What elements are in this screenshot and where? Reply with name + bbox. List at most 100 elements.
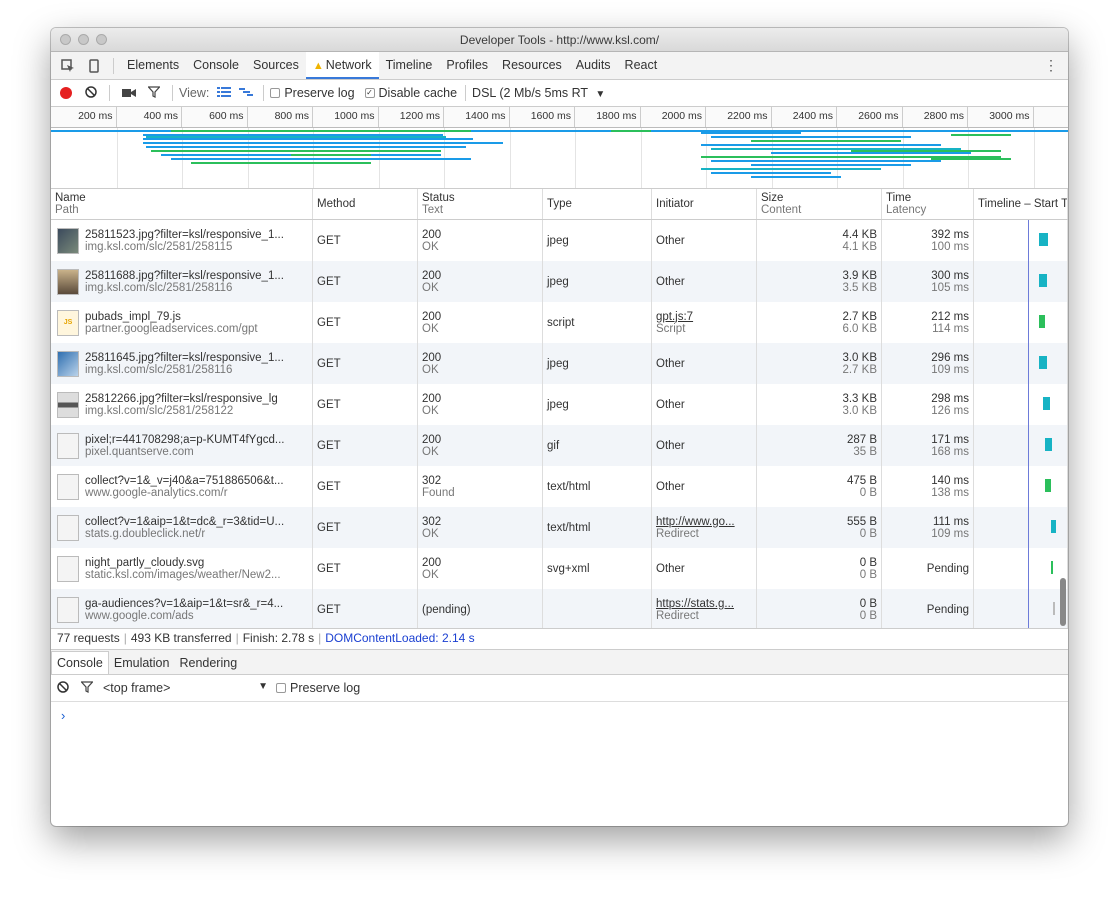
initiator-cell: Other (652, 261, 757, 302)
inspect-icon[interactable] (55, 53, 81, 79)
tab-elements[interactable]: Elements (120, 52, 186, 79)
name-text: 25811523.jpg?filter=ksl/responsive_1... i… (85, 229, 284, 253)
disable-cache-checkbox[interactable]: ✓ (364, 88, 375, 98)
drawer-tab-rendering[interactable]: Rendering (174, 652, 242, 674)
tab-react[interactable]: React (618, 52, 665, 79)
status-value: 200 (422, 351, 442, 364)
frame-select[interactable]: <top frame> ▼ (103, 681, 268, 695)
time-value: 296 ms (931, 351, 969, 364)
name-cell: 25811523.jpg?filter=ksl/responsive_1... i… (51, 220, 313, 261)
timeline-cell (974, 384, 1068, 425)
header-method[interactable]: Method (313, 189, 418, 219)
console-area[interactable]: › (51, 702, 1068, 826)
method-value: GET (317, 398, 341, 411)
table-row[interactable]: 25811688.jpg?filter=ksl/responsive_1... i… (51, 261, 1068, 302)
table-row[interactable]: 25811523.jpg?filter=ksl/responsive_1... i… (51, 220, 1068, 261)
status-cell: 200 OK (418, 302, 543, 343)
tab-resources[interactable]: Resources (495, 52, 569, 79)
method-value: GET (317, 480, 341, 493)
throttle-select[interactable]: DSL (2 Mb/s 5ms RT ▼ (472, 86, 605, 100)
status_text-value: OK (422, 404, 439, 417)
more-icon[interactable]: ⋮ (1044, 57, 1058, 74)
table-row[interactable]: 25811645.jpg?filter=ksl/responsive_1... i… (51, 343, 1068, 384)
separator (263, 85, 265, 101)
size-value: 3.3 KB (842, 392, 877, 405)
drawer-tab-emulation[interactable]: Emulation (109, 652, 175, 674)
latency-value: 168 ms (931, 445, 969, 458)
latency-value: 100 ms (931, 240, 969, 253)
status-cell: 200 OK (418, 343, 543, 384)
device-icon[interactable] (81, 53, 107, 79)
tab-audits[interactable]: Audits (569, 52, 618, 79)
size-cell: 3.0 KB 2.7 KB (757, 343, 882, 384)
overview-bar (851, 150, 1001, 152)
waterfall-bar (1039, 315, 1045, 328)
initiator-value[interactable]: https://stats.g... (656, 598, 752, 610)
tab-label: Resources (502, 58, 562, 72)
header-name[interactable]: Name Path (51, 189, 313, 219)
initiator-value[interactable]: http://www.go... (656, 516, 752, 528)
header-type[interactable]: Type (543, 189, 652, 219)
type-cell: script (543, 302, 652, 343)
tab-sources[interactable]: Sources (246, 52, 306, 79)
table-row[interactable]: collect?v=1&_v=j40&a=751886506&t... www.g… (51, 466, 1068, 507)
table-row[interactable]: pixel;r=441708298;a=p-KUMT4fYgcd... pixel… (51, 425, 1068, 466)
initiator-value[interactable]: gpt.js:7 (656, 311, 752, 323)
tab-profiles[interactable]: Profiles (439, 52, 495, 79)
table-row[interactable]: ga-audiences?v=1&aip=1&t=sr&_r=4... www.g… (51, 589, 1068, 628)
content-value: 35 B (853, 445, 877, 458)
size-value: 4.4 KB (842, 228, 877, 241)
type-value: svg+xml (547, 562, 590, 575)
path-value: img.ksl.com/slc/2581/258115 (85, 240, 233, 253)
overview-bar (751, 164, 911, 166)
status-value: 200 (422, 433, 442, 446)
path-value: img.ksl.com/slc/2581/258122 (85, 404, 234, 417)
overview-bar (701, 168, 881, 170)
preserve-log-checkbox[interactable] (270, 88, 281, 98)
console-preserve-log-checkbox[interactable] (276, 683, 286, 693)
panel-tabs: Elements Console Sources ▲ Network Timeline Pr… (120, 52, 664, 79)
tab-console[interactable]: Console (186, 52, 246, 79)
table-row[interactable]: night_partly_cloudy.svg static.ksl.com/im… (51, 548, 1068, 589)
header-time[interactable]: Time Latency (882, 189, 974, 219)
header-status[interactable]: Status Text (418, 189, 543, 219)
table-row[interactable]: JS pubads_impl_79.js partner.googleadservi… (51, 302, 1068, 343)
drawer-tab-console[interactable]: Console (51, 651, 109, 674)
tab-network[interactable]: ▲ Network (305, 52, 379, 79)
tab-label: Profiles (446, 58, 489, 72)
drawer-tabs: Console Emulation Rendering (51, 650, 1068, 675)
large-rows-icon[interactable] (217, 86, 232, 100)
table-row[interactable]: 25812266.jpg?filter=ksl/responsive_lg img… (51, 384, 1068, 425)
timeline-overview[interactable] (51, 128, 1068, 189)
overview-bar (701, 132, 801, 134)
clear-icon[interactable] (85, 85, 97, 101)
method-cell: GET (313, 548, 418, 589)
name-value: 25811523.jpg?filter=ksl/responsive_1... (85, 228, 284, 241)
timeline-cell (974, 548, 1068, 589)
table-row[interactable]: collect?v=1&aip=1&t=dc&_r=3&tid=U... stat… (51, 507, 1068, 548)
name-cell: 25811645.jpg?filter=ksl/responsive_1... i… (51, 343, 313, 384)
time-value: 300 ms (931, 269, 969, 282)
tab-timeline[interactable]: Timeline (379, 52, 440, 79)
filter-icon[interactable] (80, 680, 94, 696)
console-prompt[interactable]: › (61, 708, 65, 723)
overview-icon[interactable] (239, 86, 254, 100)
header-size[interactable]: Size Content (757, 189, 882, 219)
content-value: 3.0 KB (842, 404, 877, 417)
separator (465, 85, 467, 101)
status_text-value: OK (422, 527, 439, 540)
waterfall-bar (1045, 479, 1051, 492)
file-thumbnail-icon (57, 227, 79, 254)
method-value: GET (317, 562, 341, 575)
header-timeline[interactable]: Timeline – Start Time (974, 189, 1068, 219)
table-header: Name Path Method Status Text Type Initiato… (51, 189, 1068, 220)
record-icon[interactable] (60, 87, 72, 99)
disable-cache-label: Disable cache (378, 86, 458, 100)
camera-icon[interactable] (122, 86, 136, 101)
overview-gridline (116, 128, 118, 188)
ruler-tick: 600 ms (182, 107, 248, 127)
filter-icon[interactable] (147, 85, 161, 101)
clear-console-icon[interactable] (57, 680, 69, 696)
timeline-cell (974, 466, 1068, 507)
header-initiator[interactable]: Initiator (652, 189, 757, 219)
